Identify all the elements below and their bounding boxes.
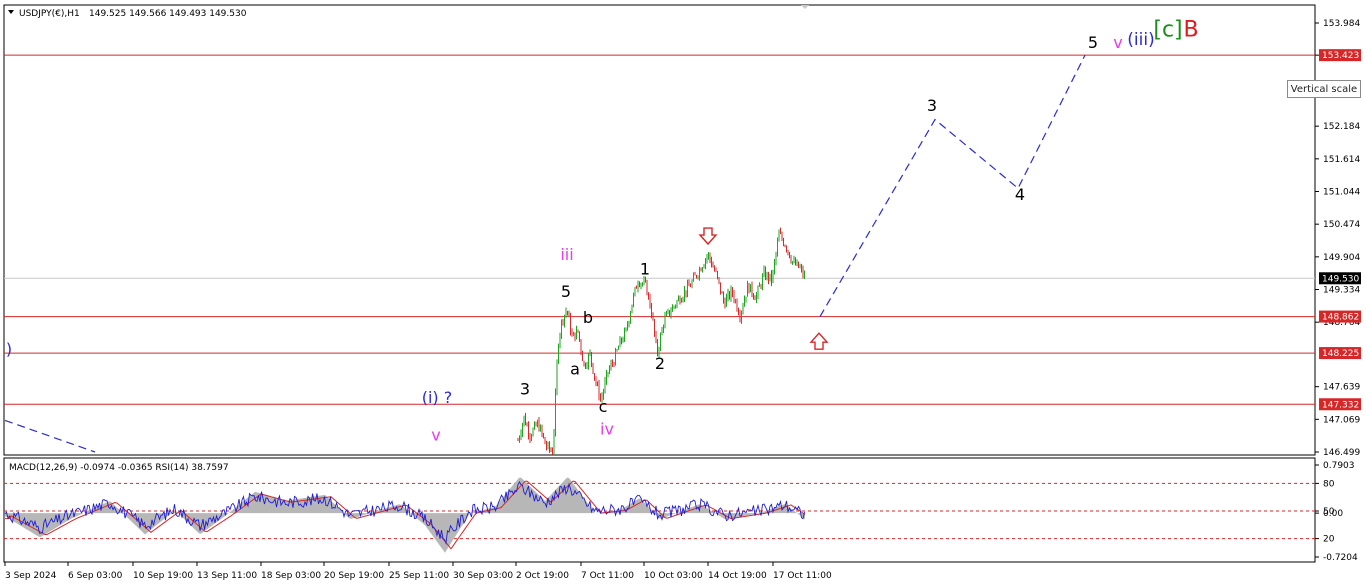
level-label: 153.423 [1322, 51, 1359, 61]
x-tick-label: 14 Oct 19:00 [708, 571, 767, 581]
indicator-tick-label: 80 [1323, 479, 1335, 489]
indicator-title: MACD(12,26,9) -0.0974 -0.0365 RSI(14) 38… [9, 463, 229, 473]
wave-label: 3 [520, 380, 530, 399]
x-tick-label: 3 Sep 2024 [5, 571, 57, 581]
wave-label: 2 [655, 354, 665, 373]
x-tick-label: 17 Oct 11:00 [773, 571, 832, 581]
x-tick-label: 10 Oct 03:00 [644, 571, 703, 581]
level-label: 148.225 [1322, 349, 1359, 359]
indicator-tick-label: 20 [1323, 535, 1335, 545]
wave-label: (i) ? [422, 388, 453, 407]
y-tick-label: 152.184 [1323, 122, 1360, 132]
current-price-label: 149.530 [1322, 274, 1359, 284]
y-tick-label: 147.069 [1323, 415, 1360, 425]
wave-label: iii [560, 245, 573, 264]
wave-label: v [1113, 33, 1122, 52]
x-tick-label: 25 Sep 11:00 [389, 571, 449, 581]
y-tick-label: 150.474 [1323, 220, 1360, 230]
y-tick-label: 146.499 [1323, 448, 1360, 458]
x-tick-label: 13 Sep 11:00 [197, 571, 257, 581]
wave-label: 4 [1015, 185, 1025, 204]
x-tick-label: 7 Oct 11:00 [581, 571, 634, 581]
chart-canvas[interactable]: 5 v (iii)[c] B3412iii5baciv3(i) ?v) 153.984… [0, 0, 1366, 588]
indicator-panel-frame [3, 457, 1316, 563]
indicator-tick-label: 0.7903 [1323, 461, 1355, 471]
vertical-scale-tooltip: Vertical scale [1287, 80, 1361, 98]
x-tick-label: 20 Sep 19:00 [324, 571, 384, 581]
indicator-tick-label: -0.7204 [1323, 553, 1358, 563]
x-tick-label: 2 Oct 19:00 [516, 571, 569, 581]
symbol-title: USDJPY(€),H1 [19, 9, 80, 19]
y-tick-label: 151.614 [1323, 155, 1360, 165]
y-tick-label: 149.904 [1323, 253, 1360, 263]
x-tick-label: 30 Sep 03:00 [453, 571, 513, 581]
wave-label: ) [6, 340, 12, 359]
x-tick-label: 10 Sep 19:00 [133, 571, 193, 581]
wave-label: iv [600, 420, 614, 439]
y-tick-label: 149.334 [1323, 286, 1360, 296]
x-tick-label: 18 Sep 03:00 [261, 571, 321, 581]
ohlc-readout: 149.525 149.566 149.493 149.530 [89, 9, 247, 19]
indicator-tick-label: 0.00 [1323, 509, 1343, 519]
wave-label: 1 [640, 259, 650, 278]
wave-label: (iii) [1127, 30, 1154, 50]
y-tick-label: 147.639 [1323, 383, 1360, 393]
wave-label: B [1183, 17, 1198, 42]
y-tick-label: 153.984 [1323, 19, 1360, 29]
wave-label: 5 [561, 282, 571, 301]
wave-label: b [583, 308, 593, 327]
wave-label: 3 [927, 96, 937, 115]
wave-label: c [599, 397, 608, 416]
wave-label: 5 [1088, 33, 1098, 52]
wave-label: a [570, 360, 580, 379]
y-tick-label: 151.044 [1323, 188, 1360, 198]
price-panel-frame [3, 4, 1316, 456]
wave-label: v [431, 425, 440, 444]
wave-label: [c] [1153, 17, 1182, 42]
level-label: 148.862 [1322, 313, 1359, 323]
x-tick-label: 6 Sep 03:00 [68, 571, 123, 581]
level-label: 147.332 [1322, 400, 1359, 410]
